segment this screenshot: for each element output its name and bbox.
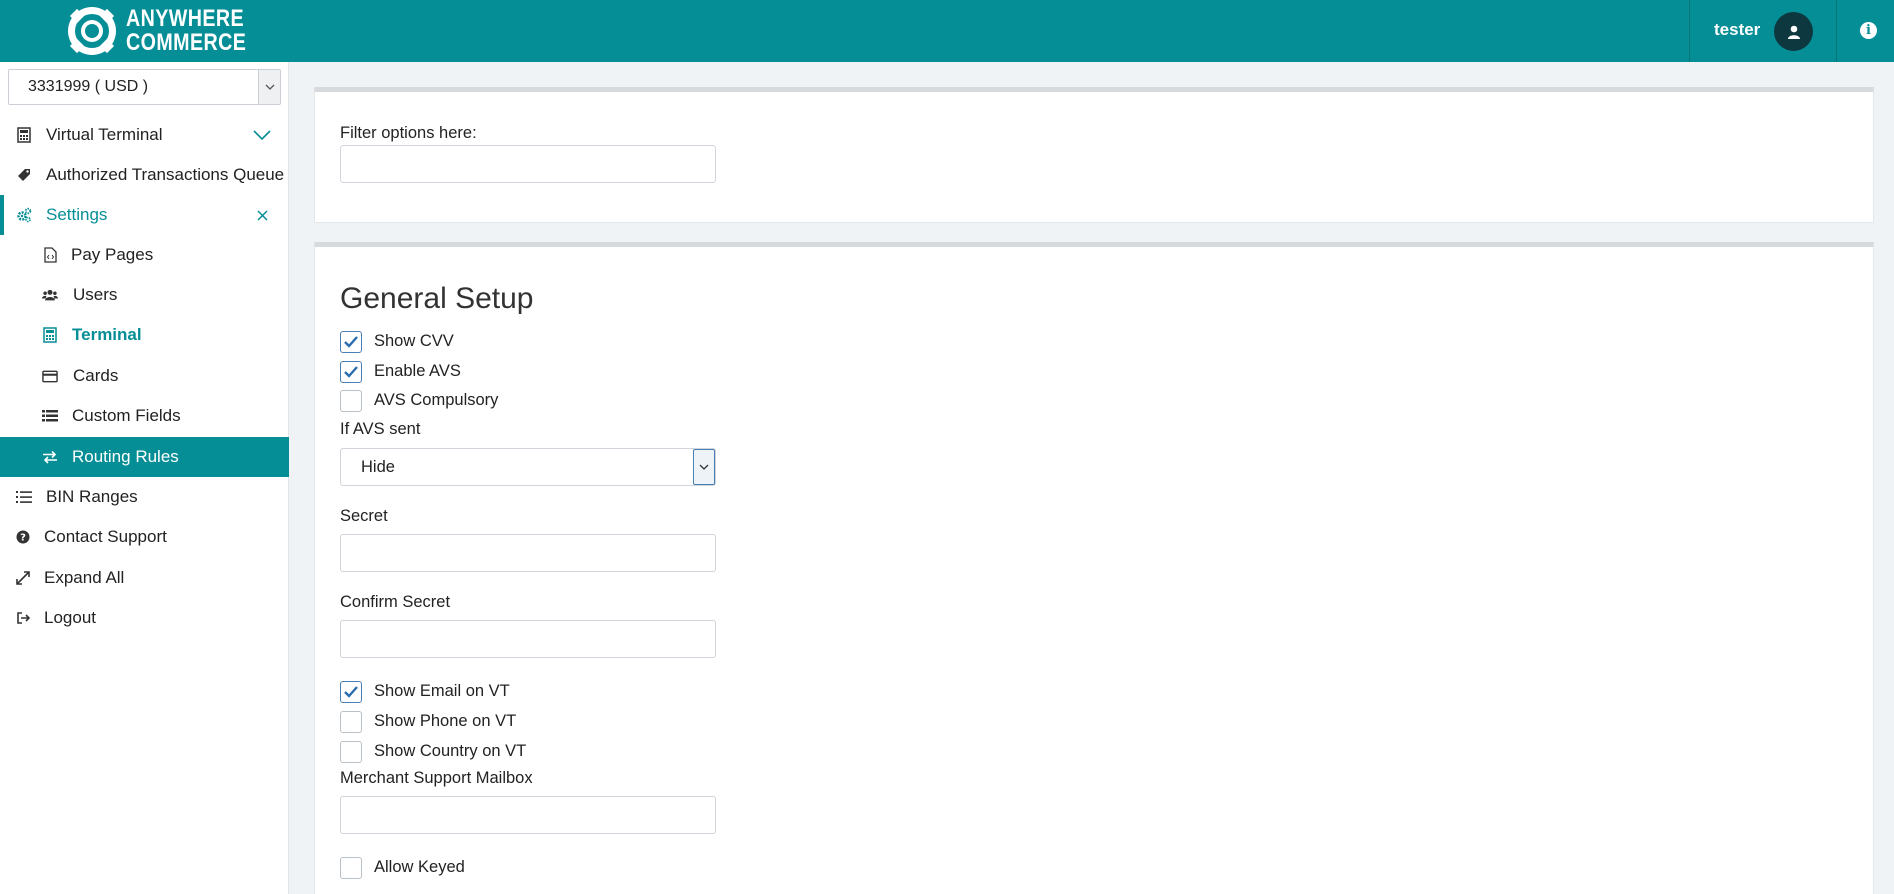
sidebar-item-label: Logout <box>44 608 96 627</box>
sidebar-item-label: Custom Fields <box>72 406 181 425</box>
sign-out-icon <box>15 610 31 626</box>
section-title: General Setup <box>340 282 534 315</box>
sidebar-item-users[interactable]: Users <box>0 275 289 315</box>
sidebar-item-expand-all[interactable]: Expand All <box>0 558 289 598</box>
question-circle-icon: ? <box>15 529 31 545</box>
list-ol-icon <box>16 489 32 505</box>
sidebar-item-routing-rules[interactable]: Routing Rules <box>0 437 289 477</box>
sidebar-item-label: Users <box>73 285 118 304</box>
sidebar-item-label: Cards <box>73 366 119 385</box>
show-cvv-label: Show CVV <box>374 332 454 350</box>
show-cvv-checkbox[interactable] <box>340 331 362 353</box>
merchant-mailbox-label: Merchant Support Mailbox <box>340 769 533 787</box>
logo-line-1: ANYWHERE <box>126 5 245 32</box>
users-icon <box>42 287 58 303</box>
if-avs-sent-label: If AVS sent <box>340 420 421 438</box>
show-email-checkbox[interactable] <box>340 681 362 703</box>
logo[interactable]: ANYWHERE COMMERCE <box>66 5 273 57</box>
check-icon <box>344 366 358 378</box>
sidebar-item-label: Pay Pages <box>71 245 154 264</box>
sidebar-item-label: Expand All <box>44 568 125 587</box>
show-phone-label: Show Phone on VT <box>374 712 517 730</box>
chevron-down-icon[interactable] <box>258 70 280 104</box>
sidebar-item-cards[interactable]: Cards <box>0 356 289 396</box>
show-email-label: Show Email on VT <box>374 682 510 700</box>
header-divider <box>1689 0 1690 62</box>
sidebar-item-terminal[interactable]: Terminal <box>0 315 289 355</box>
credit-card-icon <box>42 368 58 384</box>
sidebar-item-label: Authorized Transactions Queue <box>46 165 285 184</box>
sidebar-item-bin-ranges[interactable]: BIN Ranges <box>0 477 289 517</box>
user-avatar[interactable] <box>1774 12 1813 51</box>
calculator-icon <box>16 127 32 143</box>
expand-icon <box>15 570 31 586</box>
enable-avs-checkbox[interactable] <box>340 361 362 383</box>
show-country-checkbox[interactable] <box>340 741 362 763</box>
logo-text: ANYWHERE COMMERCE <box>126 7 246 55</box>
sidebar-item-authorized-transactions-queue[interactable]: Authorized Transactions Queue <box>0 155 289 195</box>
sidebar-item-contact-support[interactable]: ? Contact Support <box>0 517 289 557</box>
sidebar-item-pay-pages[interactable]: Pay Pages <box>0 235 289 275</box>
sidebar: 3331999 ( USD ) Virtual Terminal Authori… <box>0 62 289 894</box>
logo-line-2: COMMERCE <box>126 29 247 56</box>
confirm-secret-label: Confirm Secret <box>340 593 451 611</box>
check-icon <box>344 686 358 698</box>
info-icon[interactable]: i <box>1860 22 1877 39</box>
sidebar-item-virtual-terminal[interactable]: Virtual Terminal <box>0 115 289 155</box>
cogs-icon <box>16 207 32 223</box>
account-select-value: 3331999 ( USD ) <box>28 78 149 95</box>
sidebar-item-logout[interactable]: Logout <box>0 598 289 638</box>
sidebar-item-settings[interactable]: Settings <box>0 195 289 235</box>
user-icon <box>1787 25 1800 39</box>
general-setup-card: General Setup Show CVV Enable AVS AVS Co… <box>314 242 1874 894</box>
allow-keyed-label: Allow Keyed <box>374 858 465 876</box>
exchange-icon <box>42 449 58 465</box>
if-avs-sent-select[interactable]: Hide <box>340 448 716 486</box>
tag-icon <box>16 167 32 183</box>
secret-label: Secret <box>340 507 388 525</box>
account-select[interactable]: 3331999 ( USD ) <box>8 69 281 105</box>
sidebar-item-custom-fields[interactable]: Custom Fields <box>0 396 289 436</box>
sidebar-item-label: Virtual Terminal <box>46 125 163 144</box>
show-phone-checkbox[interactable] <box>340 711 362 733</box>
lifebuoy-logo-icon <box>66 5 118 57</box>
avs-compulsory-label: AVS Compulsory <box>374 391 499 409</box>
header-divider <box>1836 0 1837 62</box>
sidebar-item-label: Contact Support <box>44 527 167 546</box>
file-code-icon <box>42 247 58 263</box>
filter-card: Filter options here: <box>314 87 1874 223</box>
sidebar-item-label: Terminal <box>72 325 142 344</box>
user-name[interactable]: tester <box>1714 20 1760 40</box>
if-avs-sent-value: Hide <box>361 458 395 476</box>
sidebar-item-label: BIN Ranges <box>46 487 138 506</box>
filter-label: Filter options here: <box>340 124 477 142</box>
chevron-down-icon[interactable] <box>253 127 271 143</box>
list-icon <box>42 408 58 424</box>
merchant-mailbox-input[interactable] <box>340 796 716 834</box>
close-icon[interactable] <box>253 207 271 223</box>
chevron-down-icon[interactable] <box>693 449 715 485</box>
svg-text:?: ? <box>20 533 26 544</box>
avs-compulsory-checkbox[interactable] <box>340 390 362 412</box>
allow-keyed-checkbox[interactable] <box>340 857 362 879</box>
show-country-label: Show Country on VT <box>374 742 527 760</box>
sidebar-item-label: Settings <box>46 205 108 224</box>
confirm-secret-input[interactable] <box>340 620 716 658</box>
top-header: ANYWHERE COMMERCE tester i <box>0 0 1894 62</box>
sidebar-item-label: Routing Rules <box>72 447 179 466</box>
enable-avs-label: Enable AVS <box>374 362 461 380</box>
calculator-icon <box>42 327 58 343</box>
check-icon <box>344 336 358 348</box>
filter-input[interactable] <box>340 145 716 183</box>
secret-input[interactable] <box>340 534 716 572</box>
